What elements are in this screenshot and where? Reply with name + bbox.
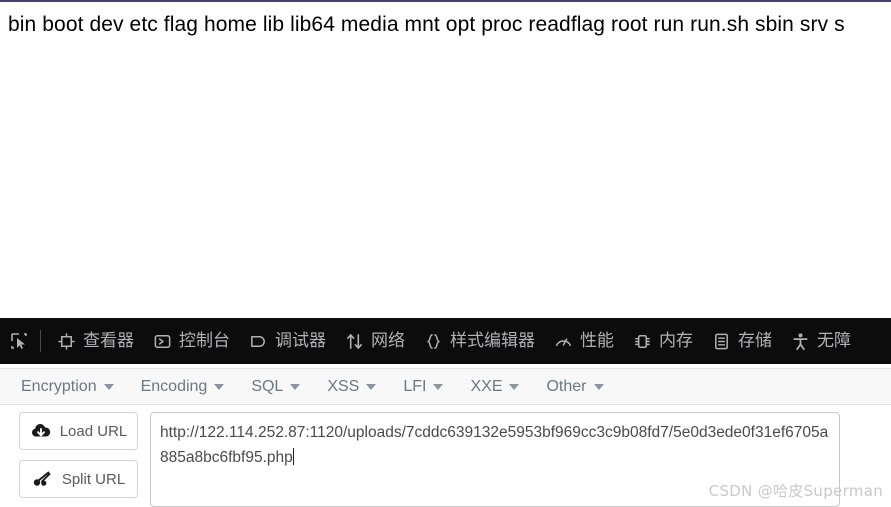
menu-lfi[interactable]: LFI [401, 374, 453, 400]
console-icon [152, 331, 172, 351]
load-url-label: Load URL [59, 422, 128, 440]
element-picker-icon [9, 331, 29, 351]
chevron-down-icon [433, 383, 444, 390]
hackbar-panel: Encryption Encoding SQL XSS LFI XXE Othe… [0, 364, 891, 507]
tab-accessibility-label: 无障 [817, 330, 851, 351]
tab-style-editor[interactable]: 样式编辑器 [414, 318, 544, 364]
menu-xxe[interactable]: XXE [468, 374, 529, 400]
tab-inspector-label: 查看器 [83, 330, 134, 351]
network-icon [344, 331, 364, 351]
menu-sql[interactable]: SQL [249, 374, 310, 400]
chevron-down-icon [290, 383, 301, 390]
hackbar-menubar: Encryption Encoding SQL XSS LFI XXE Othe… [0, 368, 891, 405]
tab-performance[interactable]: 性能 [544, 318, 623, 364]
tab-storage[interactable]: 存储 [702, 318, 781, 364]
split-scissors-icon [32, 470, 54, 488]
tab-memory[interactable]: 内存 [623, 318, 702, 364]
menu-xxe-label: XXE [470, 377, 503, 395]
directory-listing-text: bin boot dev etc flag home lib lib64 med… [8, 13, 845, 36]
url-input-value: http://122.114.252.87:1120/uploads/7cddc… [160, 424, 829, 466]
menu-xss-label: XSS [327, 377, 360, 395]
tab-performance-label: 性能 [580, 330, 614, 351]
tab-network-label: 网络 [371, 330, 405, 351]
chevron-down-icon [366, 383, 377, 390]
menu-sql-label: SQL [251, 377, 284, 395]
tab-style-editor-label: 样式编辑器 [450, 330, 535, 351]
tab-accessibility[interactable]: 无障 [781, 318, 860, 364]
csdn-watermark: CSDN @哈皮Superman [708, 482, 883, 500]
chevron-down-icon [509, 383, 520, 390]
tab-console-label: 控制台 [179, 330, 230, 351]
toolbar-divider [40, 330, 41, 352]
menu-lfi-label: LFI [403, 377, 427, 395]
menu-other[interactable]: Other [544, 374, 613, 400]
cloud-download-icon [30, 422, 52, 440]
split-url-button[interactable]: Split URL [19, 460, 138, 498]
load-url-button[interactable]: Load URL [19, 412, 138, 450]
split-url-label: Split URL [61, 470, 126, 488]
storage-icon [711, 331, 731, 351]
tab-debugger[interactable]: 调试器 [239, 318, 335, 364]
menu-encoding-label: Encoding [140, 377, 208, 395]
debugger-icon [248, 331, 268, 351]
menu-encryption[interactable]: Encryption [19, 374, 124, 400]
accessibility-icon [790, 331, 810, 351]
text-cursor [292, 448, 294, 465]
tab-debugger-label: 调试器 [275, 330, 326, 351]
inspector-icon [56, 331, 76, 351]
menu-xss[interactable]: XSS [325, 374, 386, 400]
tab-memory-label: 内存 [659, 330, 693, 351]
menu-other-label: Other [546, 377, 587, 395]
chevron-down-icon [103, 383, 114, 390]
tab-storage-label: 存储 [738, 330, 772, 351]
style-editor-icon [423, 331, 443, 351]
menu-encoding[interactable]: Encoding [139, 374, 235, 400]
devtools-toolbar: 查看器 控制台 调试器 网络 样式编辑器 性能 内存 存储 无障 [0, 318, 891, 364]
memory-icon [632, 331, 652, 351]
element-picker-button[interactable] [0, 318, 38, 364]
menu-encryption-label: Encryption [21, 377, 97, 395]
performance-icon [553, 331, 573, 351]
chevron-down-icon [214, 383, 225, 390]
tab-network[interactable]: 网络 [335, 318, 414, 364]
tab-console[interactable]: 控制台 [143, 318, 239, 364]
tab-inspector[interactable]: 查看器 [47, 318, 143, 364]
chevron-down-icon [593, 383, 604, 390]
browser-page-content: bin boot dev etc flag home lib lib64 med… [0, 0, 891, 318]
